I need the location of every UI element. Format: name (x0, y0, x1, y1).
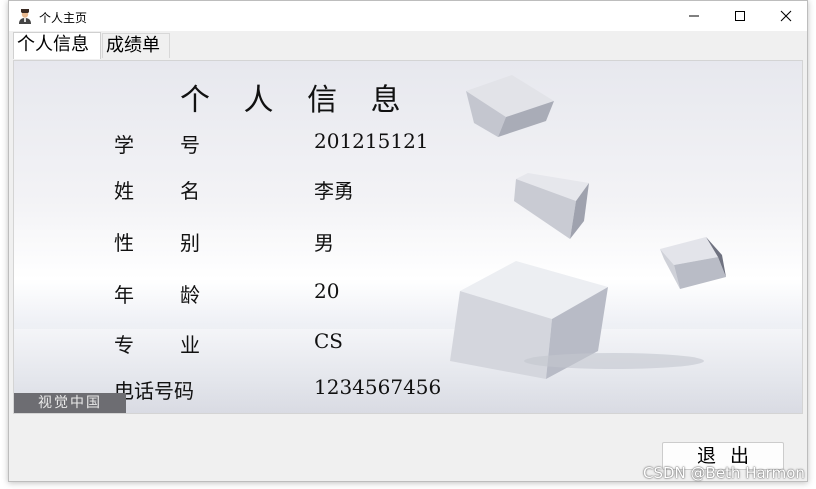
window-title: 个人主页 (39, 11, 88, 25)
value-name: 李勇 (314, 179, 354, 203)
close-button[interactable] (763, 1, 809, 31)
label-name: 姓 名 (114, 175, 200, 204)
minimize-icon (688, 10, 700, 22)
value-gender: 男 (314, 231, 334, 255)
label-student-id: 学 号 (114, 129, 200, 158)
app-window: 个人主页 个人信息 成绩单 个 人 信 息 学 号 201215121 姓 名 … (8, 0, 808, 482)
label-char: 专 (114, 333, 134, 357)
label-char: 姓 (114, 179, 134, 203)
tab-personal-info[interactable]: 个人信息 (13, 32, 101, 59)
label-gender: 性 别 (114, 227, 200, 256)
label-char: 年 (114, 283, 134, 307)
label-age: 年 龄 (114, 279, 200, 308)
personal-info-panel: 个 人 信 息 学 号 201215121 姓 名 李勇 性 别 男 年 龄 2… (13, 60, 803, 414)
image-watermark: 视觉中国 (14, 393, 126, 413)
label-char: 龄 (180, 283, 200, 307)
label-phone: 电话号码 (114, 379, 194, 403)
close-icon (780, 10, 792, 22)
maximize-icon (734, 10, 746, 22)
value-age: 20 (314, 279, 340, 303)
label-char: 号 (180, 133, 200, 157)
label-char: 学 (114, 133, 134, 157)
tab-transcript[interactable]: 成绩单 (102, 33, 170, 58)
value-phone: 1234567456 (314, 375, 442, 399)
value-student-id: 201215121 (314, 129, 429, 153)
label-char: 性 (114, 231, 134, 255)
label-major: 专 业 (114, 329, 200, 358)
info-heading: 个 人 信 息 (180, 83, 413, 118)
label-char: 别 (180, 231, 200, 255)
label-char: 业 (180, 333, 200, 357)
maximize-button[interactable] (717, 1, 763, 31)
avatar-icon (17, 8, 33, 24)
value-major: CS (314, 329, 344, 353)
csdn-watermark: CSDN @Beth Harmon (643, 464, 805, 482)
minimize-button[interactable] (671, 1, 717, 31)
label-char: 名 (180, 179, 200, 203)
title-bar: 个人主页 (9, 1, 807, 31)
